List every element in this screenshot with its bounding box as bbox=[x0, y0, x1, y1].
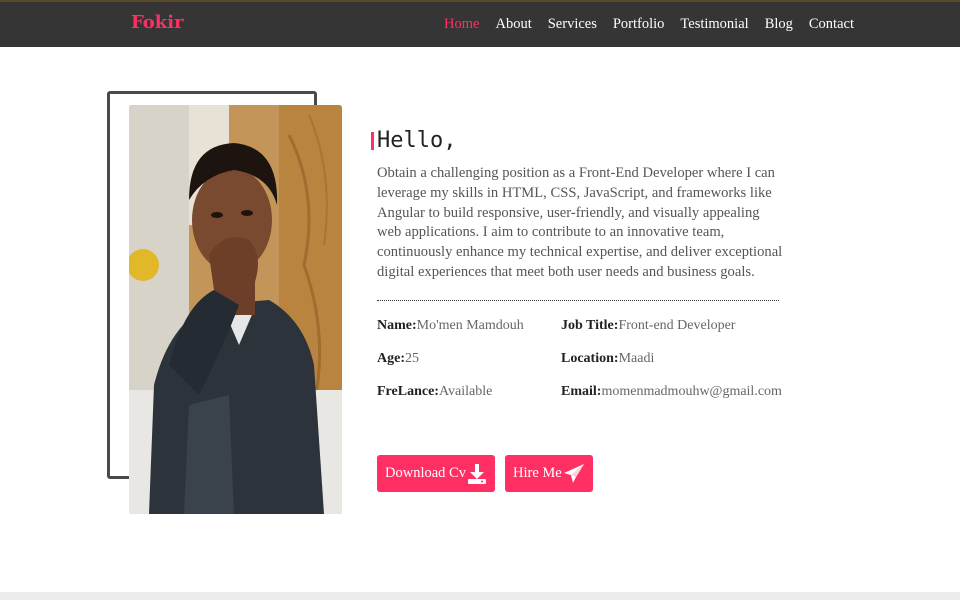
info-location: Location:Maadi bbox=[561, 351, 654, 367]
info-job-title: Job Title:Front-end Developer bbox=[561, 318, 735, 334]
hire-me-label: Hire Me bbox=[513, 465, 562, 481]
info-age-label: Age: bbox=[377, 351, 405, 366]
info-freelance-label: FreLance: bbox=[377, 384, 439, 399]
info-name: Name:Mo'men Mamdouh bbox=[377, 318, 524, 334]
nav-links: Home About Services Portfolio Testimonia… bbox=[444, 16, 854, 33]
info-email-value[interactable]: momenmadmouhw@gmail.com bbox=[601, 384, 781, 399]
nav-testimonial[interactable]: Testimonial bbox=[680, 16, 748, 33]
info-location-value: Maadi bbox=[618, 351, 655, 366]
info-freelance-value: Available bbox=[438, 384, 493, 399]
download-cv-label: Download Cv bbox=[385, 465, 466, 481]
brand-logo[interactable]: Fokir bbox=[131, 12, 184, 33]
nav-about[interactable]: About bbox=[495, 16, 531, 33]
info-name-label: Name: bbox=[377, 318, 417, 333]
info-name-value: Mo'men Mamdouh bbox=[416, 318, 524, 333]
profile-photo-illustration bbox=[129, 105, 342, 514]
info-divider bbox=[377, 300, 779, 301]
download-cv-button[interactable]: Download Cv bbox=[377, 455, 495, 492]
nav-contact[interactable]: Contact bbox=[809, 16, 854, 33]
next-section-edge bbox=[0, 592, 960, 600]
greeting-heading: Hello, bbox=[371, 128, 456, 153]
typing-cursor bbox=[371, 131, 374, 150]
info-location-label: Location: bbox=[561, 351, 619, 366]
intro-paragraph: Obtain a challenging position as a Front… bbox=[377, 165, 783, 280]
nav-blog[interactable]: Blog bbox=[765, 16, 793, 33]
nav-home[interactable]: Home bbox=[444, 16, 479, 33]
info-age: Age:25 bbox=[377, 351, 419, 367]
profile-photo bbox=[129, 105, 342, 514]
info-job-title-label: Job Title: bbox=[561, 318, 619, 333]
navbar: Fokir Home About Services Portfolio Test… bbox=[0, 0, 960, 47]
greeting-text: Hello, bbox=[377, 128, 457, 153]
info-freelance: FreLance:Available bbox=[377, 384, 492, 400]
paper-plane-icon bbox=[564, 463, 584, 483]
info-email: Email:momenmadmouhw@gmail.com bbox=[561, 384, 782, 400]
info-age-value: 25 bbox=[405, 351, 419, 366]
download-icon bbox=[468, 463, 486, 484]
info-job-title-value: Front-end Developer bbox=[618, 318, 736, 333]
nav-services[interactable]: Services bbox=[548, 16, 597, 33]
info-email-label: Email: bbox=[561, 384, 602, 399]
nav-portfolio[interactable]: Portfolio bbox=[613, 16, 665, 33]
hire-me-button[interactable]: Hire Me bbox=[505, 455, 593, 492]
